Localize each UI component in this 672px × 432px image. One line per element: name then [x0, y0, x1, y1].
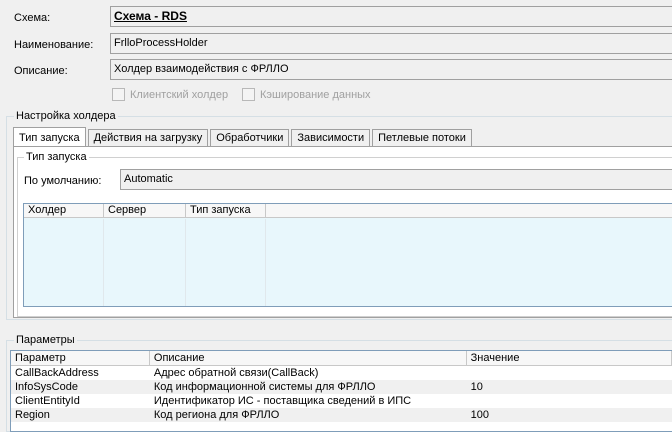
param-description: Адрес обратной связи(CallBack) [153, 367, 319, 379]
schema-label: Схема: [14, 12, 51, 24]
tab-load-actions[interactable]: Действия на загрузку [87, 129, 209, 147]
holder-tabs: Тип запуска Действия на загрузку Обработ… [13, 126, 474, 148]
launch-type-title: Тип запуска [24, 151, 89, 164]
caching-label: Кэширование данных [260, 88, 371, 101]
holder-grid[interactable]: Холдер Сервер Тип запуска [23, 203, 672, 307]
param-value[interactable] [467, 366, 672, 380]
param-value[interactable] [467, 394, 672, 408]
description-label: Описание: [14, 65, 68, 77]
grid-column-line [186, 219, 266, 306]
default-label: По умолчанию: [24, 175, 102, 187]
col-parameter[interactable]: Параметр [11, 351, 150, 365]
client-holder-checkbox[interactable]: Клиентский холдер [112, 88, 228, 101]
tab-loop-threads[interactable]: Петлевые потоки [372, 129, 472, 147]
table-row[interactable]: CallBackAddress Адрес обратной связи(Cal… [11, 366, 672, 380]
parameters-title: Параметры [14, 334, 77, 347]
checkbox-box[interactable] [242, 88, 255, 101]
parameters-header: Параметр Описание Значение [11, 351, 672, 366]
col-description[interactable]: Описание [150, 351, 467, 365]
table-row[interactable]: InfoSysCode Код информационной системы д… [11, 380, 672, 394]
grid-header: Холдер Сервер Тип запуска [24, 204, 672, 218]
parameters-table[interactable]: Параметр Описание Значение CallBackAddre… [10, 350, 672, 432]
name-label: Наименование: [14, 39, 94, 51]
param-description: Код информационной системы для ФРЛЛО [153, 381, 376, 393]
param-name: InfoSysCode [15, 381, 78, 393]
tab-dependencies[interactable]: Зависимости [291, 129, 371, 147]
col-value[interactable]: Значение [467, 351, 672, 365]
grid-column-line [104, 219, 186, 306]
param-description: Код региона для ФРЛЛО [153, 409, 280, 421]
tab-handlers[interactable]: Обработчики [210, 129, 290, 147]
grid-col-launch-type[interactable]: Тип запуска [186, 204, 266, 217]
param-name: ClientEntityId [15, 395, 80, 407]
holder-settings-title: Настройка холдера [14, 110, 118, 123]
grid-col-server[interactable]: Сервер [104, 204, 186, 217]
grid-col-holder[interactable]: Холдер [24, 204, 104, 217]
table-row[interactable]: Region Код региона для ФРЛЛО 100 [11, 408, 672, 422]
param-value[interactable]: 10 [467, 380, 672, 394]
name-field[interactable]: FrlloProcessHolder [110, 33, 672, 54]
param-description: Идентификатор ИС - поставщика сведений в… [153, 395, 412, 407]
description-field[interactable]: Холдер взаимодействия с ФРЛЛО [110, 59, 672, 80]
param-name: Region [15, 409, 50, 421]
param-name: CallBackAddress [15, 367, 99, 379]
table-row[interactable]: ClientEntityId Идентификатор ИС - постав… [11, 394, 672, 408]
client-holder-label: Клиентский холдер [130, 88, 229, 101]
caching-checkbox[interactable]: Кэширование данных [242, 88, 371, 101]
grid-column-line [24, 219, 104, 306]
param-value[interactable]: 100 [467, 408, 672, 422]
schema-field[interactable]: Схема - RDS [110, 6, 672, 27]
tab-launch-type[interactable]: Тип запуска [13, 127, 86, 148]
default-launch-field[interactable]: Automatic [120, 169, 672, 190]
checkbox-box[interactable] [112, 88, 125, 101]
